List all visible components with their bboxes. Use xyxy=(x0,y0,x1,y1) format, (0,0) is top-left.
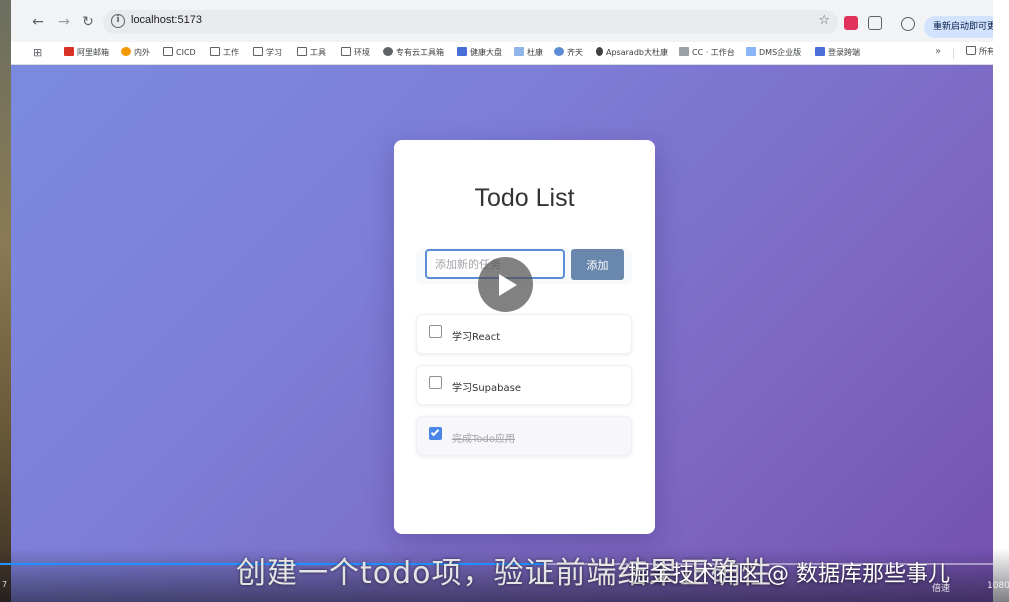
forward-arrow-icon[interactable]: → xyxy=(55,13,73,31)
todo-card: Todo List 添加 学习React 学习Supabase 完成Todo应用 xyxy=(394,140,655,534)
folder-icon xyxy=(163,47,173,56)
bookmark-item[interactable]: 内外 xyxy=(121,46,150,60)
url-text[interactable]: localhost:5173 xyxy=(131,14,202,26)
page-title: Todo List xyxy=(474,184,575,212)
bookmark-folder[interactable]: 学习 xyxy=(253,46,282,60)
video-time: 7 xyxy=(2,580,8,589)
todo-label: 完成Todo应用 xyxy=(452,434,515,445)
todo-checkbox-checked[interactable] xyxy=(429,427,442,440)
bookmark-folder[interactable]: CICD xyxy=(163,46,196,60)
site-info-icon[interactable]: i xyxy=(111,14,125,28)
todo-item[interactable]: 学习Supabase xyxy=(416,365,632,405)
bookmark-item[interactable]: 齐天 xyxy=(554,46,583,60)
bookmark-item[interactable]: DMS企业版 xyxy=(746,46,801,60)
todo-label: 学习React xyxy=(452,332,501,343)
watermark-text: 掘金技术社区 @ 数据库那些事儿 xyxy=(628,562,950,587)
bookmarks-bar: ⊞ 阿里邮箱 内外 CICD 工作 学习 工具 环境 专有云工具箱 健康大盘 杜… xyxy=(11,42,993,65)
bookmark-folder[interactable]: 工作 xyxy=(210,46,239,60)
folder-icon xyxy=(966,46,976,55)
todo-item-completed[interactable]: 完成Todo应用 xyxy=(416,416,632,456)
db-icon xyxy=(596,47,603,56)
quality-button[interactable]: 1080P xyxy=(987,581,1009,591)
bookmark-item[interactable]: 阿里邮箱 xyxy=(64,46,109,60)
update-button[interactable]: 重新启动即可更新 xyxy=(924,16,993,38)
dashboard-icon xyxy=(457,47,467,56)
bookmark-item[interactable]: 健康大盘 xyxy=(457,46,502,60)
browser-toolbar: ← → ↻ i localhost:5173 ☆ 重新启动即可更新 xyxy=(11,0,993,42)
puzzle-extensions-icon[interactable] xyxy=(868,16,882,30)
bookmark-item[interactable]: Apsaradb大杜康 xyxy=(596,46,668,60)
bookmark-item[interactable]: CC · 工作台 xyxy=(679,46,735,60)
login-icon xyxy=(815,47,825,56)
todo-checkbox[interactable] xyxy=(429,376,442,389)
todo-item[interactable]: 学习React xyxy=(416,314,632,354)
playback-speed-button[interactable]: 倍速 xyxy=(932,581,950,594)
right-background-strip xyxy=(993,0,1009,602)
app-page: Todo List 添加 学习React 学习Supabase 完成Todo应用 xyxy=(11,65,993,602)
bookmark-folder[interactable]: 工具 xyxy=(297,46,326,60)
check-icon xyxy=(430,427,440,437)
star-burst-icon xyxy=(121,47,131,56)
extension-icon[interactable] xyxy=(844,16,858,30)
mail-icon xyxy=(64,47,74,56)
folder-icon xyxy=(297,47,307,56)
folder-icon xyxy=(341,47,351,56)
apps-grid-icon[interactable]: ⊞ xyxy=(33,47,44,58)
left-background-strip xyxy=(0,0,11,602)
divider xyxy=(953,48,954,59)
globe-icon xyxy=(383,47,393,56)
all-bookmarks-folder[interactable]: 所有 xyxy=(966,46,993,57)
bookmark-item[interactable]: 登录跨端 xyxy=(815,46,860,60)
cc-icon xyxy=(679,47,689,56)
bookmark-item[interactable]: 杜康 xyxy=(514,46,543,60)
back-arrow-icon[interactable]: ← xyxy=(29,13,47,31)
folder-icon xyxy=(210,47,220,56)
profile-avatar-icon[interactable] xyxy=(901,17,915,31)
todo-checkbox[interactable] xyxy=(429,325,442,338)
reload-icon[interactable]: ↻ xyxy=(79,13,97,31)
app-icon xyxy=(554,47,564,56)
bookmark-folder[interactable]: 环境 xyxy=(341,46,370,60)
play-icon[interactable] xyxy=(478,257,533,312)
bookmarks-overflow-icon[interactable]: » xyxy=(935,46,941,57)
dms-icon xyxy=(746,47,756,56)
add-task-button[interactable]: 添加 xyxy=(571,249,624,280)
bookmark-item[interactable]: 专有云工具箱 xyxy=(383,46,444,60)
todo-label: 学习Supabase xyxy=(452,383,521,394)
folder-icon xyxy=(253,47,263,56)
bookmark-star-icon[interactable]: ☆ xyxy=(818,13,830,28)
doc-icon xyxy=(514,47,524,56)
address-bar[interactable]: i localhost:5173 ☆ xyxy=(103,10,838,34)
